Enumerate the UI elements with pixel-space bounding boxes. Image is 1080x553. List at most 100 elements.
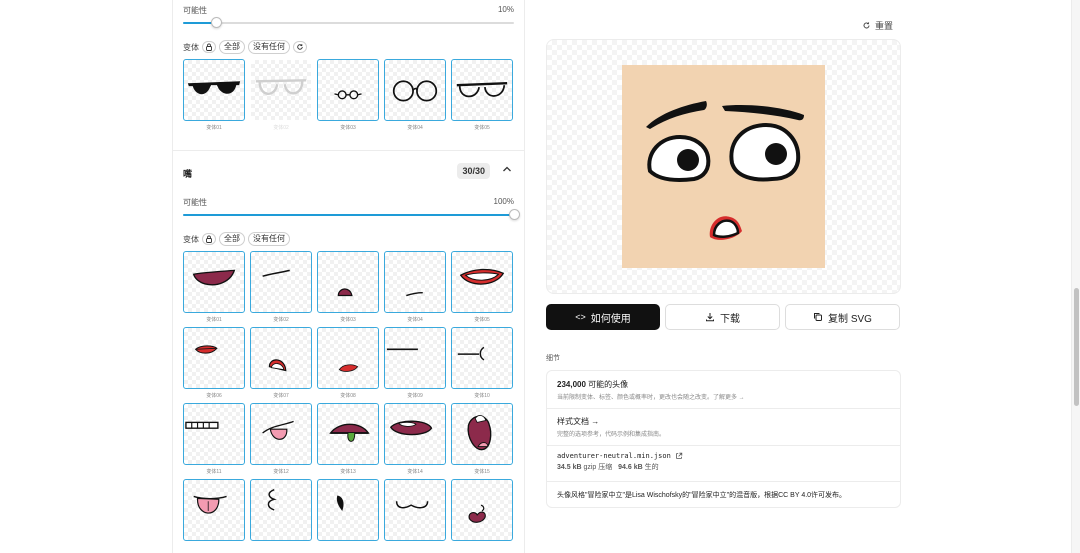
details-card: 234,000 可能的头像 当前限制变体、标签、颜色或概率时，更改也会随之改变。…: [546, 370, 901, 508]
mouth-thumbnail[interactable]: [250, 479, 312, 541]
glasses-select-all-button[interactable]: 全部: [219, 40, 245, 54]
mouth-thumbnail[interactable]: [183, 327, 245, 389]
mouth-tile-label: 变体04: [407, 317, 423, 323]
scrollbar-thumb[interactable]: [1074, 288, 1079, 406]
file-size-raw: 94.6 kB: [618, 464, 643, 471]
copy-svg-button[interactable]: 复制 SVG: [785, 304, 900, 330]
mouth-tile-16[interactable]: [183, 479, 245, 551]
mouth-thumbnail[interactable]: [317, 403, 379, 465]
glasses-tile-01[interactable]: 变体01: [183, 59, 245, 131]
mouth-tile-02[interactable]: 变体02: [250, 251, 312, 323]
glasses-probability-row: 可能性 10%: [183, 5, 514, 16]
mouth-thumbnail[interactable]: [451, 251, 513, 313]
mouth-thumbnail[interactable]: [451, 403, 513, 465]
mouth-tongue-icon: [262, 420, 294, 440]
file-size-gzip: 34.5 kB: [557, 464, 582, 471]
copy-svg-label: 复制 SVG: [828, 313, 872, 325]
reset-button[interactable]: 重置: [862, 19, 893, 32]
mouth-tile-05[interactable]: 变体05: [451, 251, 513, 323]
mouth-thumbnail[interactable]: [384, 403, 446, 465]
glasses-tile-03[interactable]: 变体03: [317, 59, 379, 131]
avatar-count-block[interactable]: 234,000 可能的头像 当前限制变体、标签、颜色或概率时，更改也会随之改变。…: [557, 379, 890, 401]
download-button[interactable]: 下载: [665, 304, 780, 330]
glasses-thumbnail[interactable]: [384, 59, 446, 121]
mouth-tile-15[interactable]: 变体15: [451, 403, 513, 475]
mouth-probability-slider[interactable]: [183, 209, 520, 220]
mouth-variant-label: 变体: [183, 234, 199, 244]
mouth-tile-10[interactable]: 变体10: [451, 327, 513, 399]
mouth-tile-17[interactable]: [250, 479, 312, 551]
mouth-select-all-button[interactable]: 全部: [219, 232, 245, 246]
mouth-probability-value: 100%: [493, 197, 514, 206]
style-docs-link[interactable]: 样式文档 → 完整的选项参考，代码示例和集成指南。: [557, 416, 890, 438]
mouth-tile-06[interactable]: 变体06: [183, 327, 245, 399]
mouth-thumbnail[interactable]: [317, 327, 379, 389]
mouth-thumbnail[interactable]: [183, 251, 245, 313]
mouth-tile-04[interactable]: 变体04: [384, 251, 446, 323]
mouth-lips-icon: [194, 345, 218, 354]
round-glasses-icon: [334, 90, 362, 100]
detail-divider: [547, 445, 900, 446]
mouth-tile-03[interactable]: 变体03: [317, 251, 379, 323]
glasses-tile-04[interactable]: 变体04: [384, 59, 446, 131]
glasses-tile-05[interactable]: 变体05: [451, 59, 513, 131]
details-heading: 细节: [546, 355, 560, 362]
glasses-probability-thumb[interactable]: [211, 17, 223, 28]
mouth-tile-14[interactable]: 变体14: [384, 403, 446, 475]
mouth-tile-07[interactable]: 变体07: [250, 327, 312, 399]
mouth-tile-19[interactable]: [384, 479, 446, 551]
mouth-tile-label: 变体02: [273, 317, 289, 323]
page-scrollbar[interactable]: [1071, 0, 1080, 553]
mouth-open-icon: [192, 269, 236, 286]
mouth-thumbnail[interactable]: [250, 251, 312, 313]
glasses-thumbnail[interactable]: [183, 59, 245, 121]
mouth-line-icon: [386, 348, 418, 351]
mouth-mustache-icon: [395, 501, 429, 509]
mouth-variant-controls: 变体 全部 没有任何: [183, 232, 290, 246]
mouth-thumbnail[interactable]: [451, 327, 513, 389]
license-text: 头像风格"冒险家中立"是Lisa Wischofsky的"冒险家中立"的混音版，…: [557, 492, 847, 499]
preview-panel: 重置 <> 如何使用 下载 复制 SVG 细节 234,000 可能的头像 当前…: [526, 0, 1071, 553]
mouth-tile-13[interactable]: 变体13: [317, 403, 379, 475]
refresh-icon[interactable]: [293, 41, 307, 53]
mouth-thumbnail[interactable]: [317, 479, 379, 541]
mouth-thumbnail[interactable]: [250, 327, 312, 389]
mouth-select-none-button[interactable]: 没有任何: [248, 232, 290, 246]
file-info-block[interactable]: adventurer-neutral.min.json 34.5 kB gzip…: [557, 452, 890, 472]
mouth-tile-09[interactable]: 变体09: [384, 327, 446, 399]
lock-icon[interactable]: [202, 41, 216, 53]
style-docs-description: 完整的选项参考，代码示例和集成指南。: [557, 432, 666, 438]
mouth-tile-08[interactable]: 变体08: [317, 327, 379, 399]
mouth-tile-20[interactable]: [451, 479, 513, 551]
mouth-tile-18[interactable]: [317, 479, 379, 551]
glasses-thumbnail[interactable]: [250, 59, 312, 121]
glasses-select-none-button[interactable]: 没有任何: [248, 40, 290, 54]
glasses-thumbnail[interactable]: [451, 59, 513, 121]
mouth-thumbnail[interactable]: [384, 479, 446, 541]
mouth-smirk-icon: [457, 346, 485, 361]
mouth-thumbnail[interactable]: [384, 327, 446, 389]
mouth-section-title[interactable]: 嘴: [183, 167, 192, 180]
mouth-thumbnail[interactable]: [317, 251, 379, 313]
glasses-probability-slider[interactable]: [183, 17, 514, 28]
mouth-tile-12[interactable]: 变体12: [250, 403, 312, 475]
section-divider: [173, 150, 524, 151]
lock-icon[interactable]: [202, 233, 216, 245]
mouth-thumbnail[interactable]: [183, 479, 245, 541]
mouth-tile-label: 变体06: [206, 393, 222, 399]
mouth-thumbnail[interactable]: [250, 403, 312, 465]
glasses-icon: [456, 82, 508, 98]
mouth-thumbnail[interactable]: [451, 479, 513, 541]
mouth-probability-thumb[interactable]: [509, 209, 520, 220]
glasses-tile-label: 变体01: [206, 125, 222, 131]
glasses-thumbnail[interactable]: [317, 59, 379, 121]
avatar-face-icon: [646, 101, 804, 240]
mouth-thumbnail[interactable]: [183, 403, 245, 465]
copy-icon: [814, 313, 823, 321]
chevron-up-icon[interactable]: [502, 164, 512, 177]
mouth-thumbnail[interactable]: [384, 251, 446, 313]
glasses-tile-02[interactable]: 变体02: [250, 59, 312, 131]
how-to-use-button[interactable]: <> 如何使用: [546, 304, 660, 330]
mouth-tile-11[interactable]: 变体11: [183, 403, 245, 475]
mouth-tile-01[interactable]: 变体01: [183, 251, 245, 323]
